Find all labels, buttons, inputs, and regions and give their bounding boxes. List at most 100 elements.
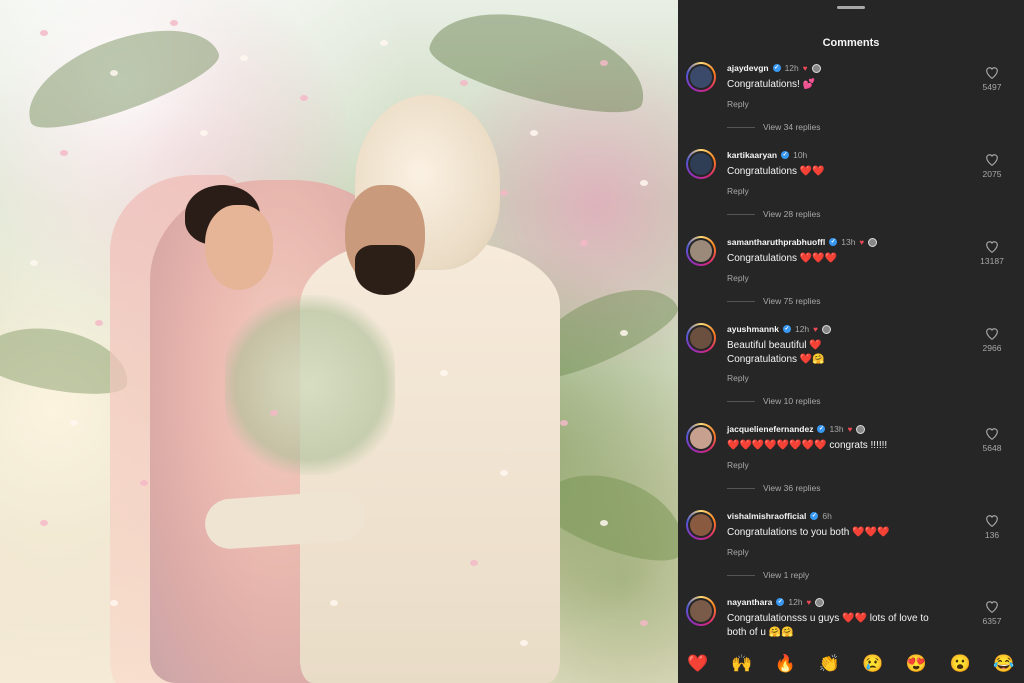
creator-avatar-icon [856,424,866,434]
reply-button[interactable]: Reply [727,99,749,109]
reply-button[interactable]: Reply [727,547,749,557]
clap-emoji-button[interactable]: 👏 [817,654,841,678]
like-count: 13187 [980,256,1004,266]
like-button[interactable]: 5497 [972,66,1012,92]
palm-leaf [14,7,226,143]
view-replies-label: View 10 replies [763,396,821,406]
timestamp: 6h [822,511,832,521]
comment-item: kartikaaryan ✓ 10h Congratulations ❤️❤️ Re… [678,149,1024,236]
heart-emoji-button[interactable]: ❤️ [686,654,710,678]
heart-outline-icon [986,67,998,79]
verified-icon: ✓ [782,325,791,333]
like-count: 5648 [982,443,1002,453]
comment-line: Beautiful beautiful ❤️ [727,340,822,351]
timestamp: 12h [788,597,803,607]
comment-text: Beautiful beautiful ❤️ Congratulations ❤️… [727,339,957,367]
avatar[interactable] [686,149,716,179]
heart-outline-icon [986,328,998,340]
comments-panel: Comments ajaydevgn ✓ 12h ♥ Congratulations!… [678,0,1024,683]
username[interactable]: kartikaaryan [727,150,777,160]
view-replies-label: View 34 replies [763,122,821,132]
creator-avatar-icon [821,324,831,334]
comment-item: nayanthara ✓ 12h ♥ Congratulationsss u guys… [678,596,1024,646]
view-replies-label: View 75 replies [763,296,821,306]
username[interactable]: vishalmishraofficial [727,511,806,521]
bride-face [205,205,273,290]
verified-icon: ✓ [810,512,819,520]
reply-button[interactable]: Reply [727,373,749,383]
like-button[interactable]: 6357 [972,600,1012,626]
like-button[interactable]: 136 [972,514,1012,540]
comment-item: jacquelienefernandez ✓ 13h ♥ ❤️❤️❤️❤️❤️❤️❤️… [678,423,1024,510]
view-replies-button[interactable]: View 28 replies [727,209,821,219]
comment-text: Congratulations ❤️❤️❤️ [727,253,838,264]
view-replies-button[interactable]: View 10 replies [727,396,821,406]
comment-item: ayushmannk ✓ 12h ♥ Beautiful beautiful ❤️ Co… [678,323,1024,410]
heart-outline-icon [986,428,998,440]
view-replies-button[interactable]: View 75 replies [727,296,821,306]
view-replies-label: View 1 reply [763,570,810,580]
like-button[interactable]: 13187 [972,240,1012,266]
creator-avatar-icon [868,237,878,247]
timestamp: 13h [841,237,856,247]
view-replies-label: View 36 replies [763,483,821,493]
drag-handle[interactable] [837,6,865,9]
comment-text: Congratulationsss u guys ❤️❤️ lots of lo… [727,612,957,640]
heart-outline-icon [986,601,998,613]
avatar[interactable] [686,236,716,266]
screenshot-root: Comments ajaydevgn ✓ 12h ♥ Congratulations!… [0,0,1024,683]
avatar[interactable] [686,62,716,92]
crying-emoji-button[interactable]: 😢 [861,654,885,678]
creator-avatar-icon [811,63,821,73]
panel-title: Comments [822,37,880,49]
comment-item: vishalmishraofficial ✓ 6h Congratulations … [678,510,1024,597]
username[interactable]: samantharuthprabhuoffl [727,237,825,247]
wedding-photo [0,0,678,683]
avatar[interactable] [686,323,716,353]
reply-button[interactable]: Reply [727,460,749,470]
view-replies-button[interactable]: View 36 replies [727,483,821,493]
comment-item: ajaydevgn ✓ 12h ♥ Congratulations! 💕 Reply … [678,62,1024,149]
comment-text: Congratulations ❤️❤️ [727,166,825,177]
laughing-emoji-button[interactable]: 😂 [992,654,1016,678]
view-replies-label: View 28 replies [763,209,821,219]
verified-icon: ✓ [776,598,785,606]
like-button[interactable]: 5648 [972,427,1012,453]
timestamp: 13h [829,424,844,434]
creator-liked-heart-icon: ♥ [847,424,853,434]
emoji-reaction-bar: ❤️ 🙌 🔥 👏 😢 😍 😮 😂 [678,654,1024,678]
comment-line: Congratulations ❤️🤗 [727,354,825,365]
username[interactable]: ayushmannk [727,324,779,334]
creator-avatar-icon [815,597,825,607]
reply-button[interactable]: Reply [727,186,749,196]
groom-beard [355,245,415,295]
view-replies-button[interactable]: View 34 replies [727,122,821,132]
username[interactable]: ajaydevgn [727,63,769,73]
fire-emoji-button[interactable]: 🔥 [773,654,797,678]
like-button[interactable]: 2966 [972,327,1012,353]
comment-text: Congratulations! 💕 [727,79,816,90]
creator-liked-heart-icon: ♥ [806,597,812,607]
verified-icon: ✓ [829,238,838,246]
username[interactable]: jacquelienefernandez [727,424,813,434]
avatar[interactable] [686,510,716,540]
verified-icon: ✓ [772,64,781,72]
view-replies-button[interactable]: View 1 reply [727,570,809,580]
timestamp: 12h [784,63,799,73]
reply-button[interactable]: Reply [727,273,749,283]
avatar[interactable] [686,423,716,453]
comment-text: Congratulations to you both ❤️❤️❤️ [727,527,890,538]
heart-eyes-emoji-button[interactable]: 😍 [905,654,929,678]
timestamp: 10h [793,150,808,160]
heart-outline-icon [986,241,998,253]
surprised-emoji-button[interactable]: 😮 [948,654,972,678]
flower-garland [225,295,395,475]
comment-line: Congratulationsss u guys ❤️❤️ lots of lo… [727,613,929,624]
username[interactable]: nayanthara [727,597,772,607]
like-button[interactable]: 2075 [972,153,1012,179]
verified-icon: ✓ [781,151,790,159]
raised-hands-emoji-button[interactable]: 🙌 [730,654,754,678]
creator-liked-heart-icon: ♥ [859,237,865,247]
avatar[interactable] [686,596,716,626]
like-count: 136 [984,530,1000,540]
